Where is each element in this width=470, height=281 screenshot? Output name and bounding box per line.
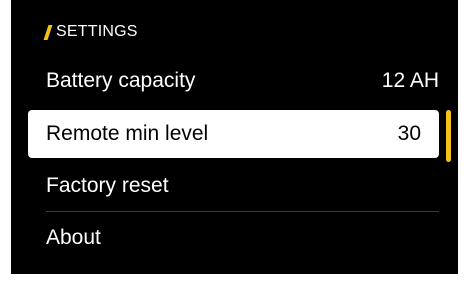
menu-item-label: Factory reset — [46, 174, 169, 197]
settings-screen: SETTINGS Battery capacity 12 AH Remote m… — [11, 0, 458, 274]
menu-item-label: About — [46, 226, 101, 249]
menu-item-value: 12 AH — [381, 69, 439, 92]
menu-item-label: Remote min level — [46, 122, 209, 145]
selection-indicator — [446, 110, 451, 162]
menu-item-remote-min-level[interactable]: Remote min level 30 — [28, 110, 439, 158]
slash-accent-icon — [43, 24, 53, 40]
menu-item-value: 30 — [397, 122, 421, 145]
menu-item-label: Battery capacity — [46, 69, 196, 92]
divider — [46, 211, 439, 212]
menu-item-factory-reset[interactable]: Factory reset — [46, 163, 439, 209]
menu-item-battery-capacity[interactable]: Battery capacity 12 AH — [46, 58, 439, 104]
menu-item-about[interactable]: About — [46, 215, 439, 261]
header-title: SETTINGS — [56, 23, 138, 40]
settings-header: SETTINGS — [43, 22, 138, 42]
